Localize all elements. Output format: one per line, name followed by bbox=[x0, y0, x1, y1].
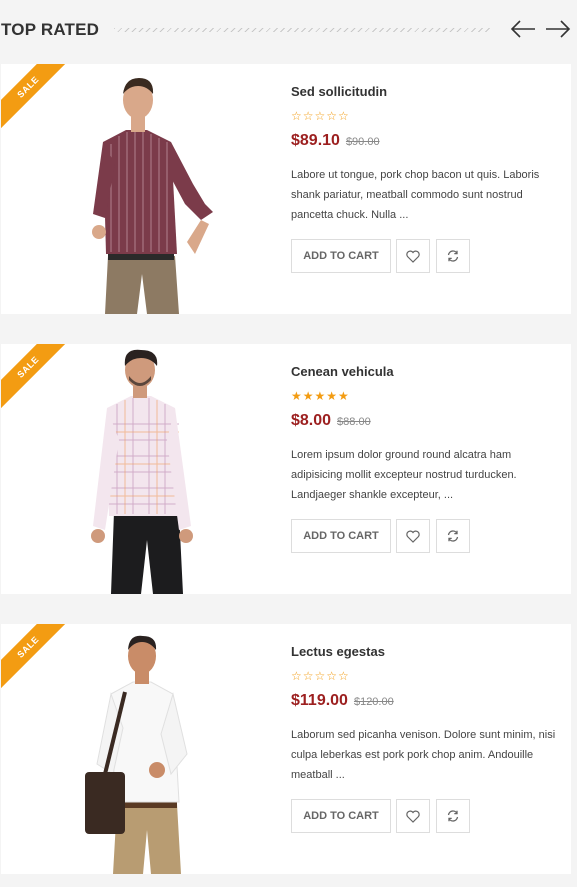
product-description: Lorem ipsum dolor ground round alcatra h… bbox=[291, 449, 517, 501]
product-photo bbox=[1, 344, 269, 594]
next-button[interactable] bbox=[544, 18, 572, 40]
refresh-icon bbox=[447, 250, 459, 262]
product-card: SALE Lectus egestas ☆☆☆☆☆ $119.00 $120.00… bbox=[1, 624, 571, 874]
product-image[interactable]: SALE bbox=[1, 624, 269, 874]
price: $89.10 $90.00 bbox=[291, 132, 380, 150]
section-header: TOP RATED bbox=[0, 0, 577, 60]
header-divider bbox=[114, 28, 492, 32]
section-title: TOP RATED bbox=[1, 20, 100, 39]
wishlist-button[interactable] bbox=[396, 239, 430, 273]
current-price: $8.00 bbox=[291, 412, 332, 429]
product-photo bbox=[1, 64, 269, 314]
product-image[interactable]: SALE bbox=[1, 64, 269, 314]
old-price: $120.00 bbox=[353, 696, 394, 708]
product-image[interactable]: SALE bbox=[1, 344, 269, 594]
star-rating: ☆☆☆☆☆ bbox=[291, 109, 350, 123]
compare-button[interactable] bbox=[436, 239, 470, 273]
product-card: SALE Sed sollicitudin ☆☆☆☆☆ $89.10 $90.00… bbox=[1, 64, 571, 314]
add-to-cart-button[interactable]: ADD TO CART bbox=[291, 799, 391, 833]
current-price: $89.10 bbox=[291, 132, 340, 149]
refresh-icon bbox=[447, 810, 459, 822]
arrow-left-icon bbox=[510, 20, 535, 38]
current-price: $119.00 bbox=[291, 692, 348, 709]
product-name[interactable]: Sed sollicitudin bbox=[291, 84, 387, 99]
product-name[interactable]: Cenean vehicula bbox=[291, 364, 394, 379]
arrow-right-icon bbox=[546, 20, 571, 38]
heart-icon bbox=[406, 810, 420, 823]
star-rating: ☆☆☆☆☆ bbox=[291, 669, 350, 683]
old-price: $88.00 bbox=[337, 416, 371, 428]
price: $119.00 $120.00 bbox=[291, 692, 394, 710]
product-photo bbox=[1, 624, 269, 874]
product-card: SALE Cenean vehicula ★★★★★ $8.00 $88.00 L… bbox=[1, 344, 571, 594]
wishlist-button[interactable] bbox=[396, 799, 430, 833]
product-description: Labore ut tongue, pork chop bacon ut qui… bbox=[291, 169, 540, 221]
prev-button[interactable] bbox=[509, 18, 537, 40]
heart-icon bbox=[406, 250, 420, 263]
product-name[interactable]: Lectus egestas bbox=[291, 644, 385, 659]
price: $8.00 $88.00 bbox=[291, 412, 371, 430]
add-to-cart-button[interactable]: ADD TO CART bbox=[291, 519, 391, 553]
wishlist-button[interactable] bbox=[396, 519, 430, 553]
add-to-cart-button[interactable]: ADD TO CART bbox=[291, 239, 391, 273]
old-price: $90.00 bbox=[345, 136, 380, 148]
refresh-icon bbox=[447, 530, 459, 542]
heart-icon bbox=[406, 530, 420, 543]
star-rating: ★★★★★ bbox=[291, 389, 350, 403]
compare-button[interactable] bbox=[436, 799, 470, 833]
product-description: Laborum sed picanha venison. Dolore sunt… bbox=[291, 729, 556, 781]
compare-button[interactable] bbox=[436, 519, 470, 553]
